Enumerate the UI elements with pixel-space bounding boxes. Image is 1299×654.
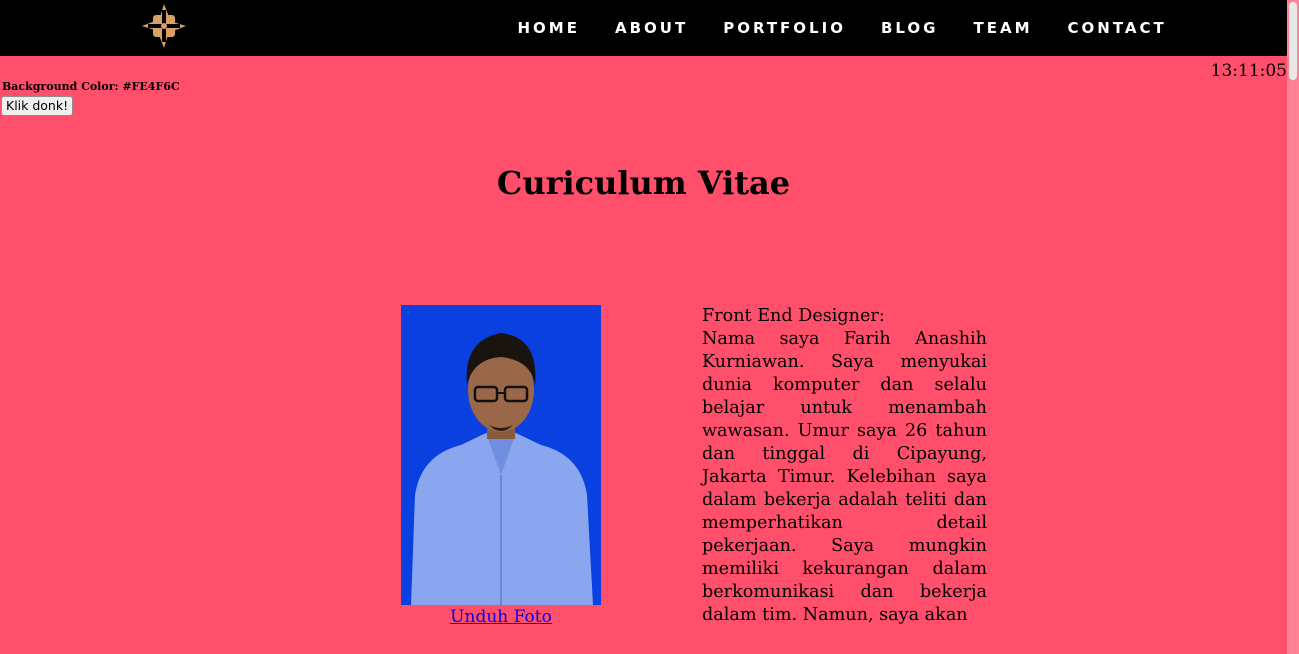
top-navbar: HOME ABOUT PORTFOLIO BLOG TEAM CONTACT [0, 0, 1287, 56]
nav-portfolio[interactable]: PORTFOLIO [723, 19, 846, 37]
compass-cross-logo-icon[interactable] [140, 2, 188, 50]
nav-team[interactable]: TEAM [973, 19, 1032, 37]
nav-about[interactable]: ABOUT [615, 19, 688, 37]
bio-role: Front End Designer: [702, 306, 885, 326]
scrollbar-thumb[interactable] [1289, 2, 1297, 80]
profile-photo [401, 305, 601, 605]
download-photo-link[interactable]: Unduh Foto [401, 607, 601, 627]
person-portrait-icon [411, 333, 593, 605]
nav-blog[interactable]: BLOG [881, 19, 939, 37]
klik-donk-button[interactable]: Klik donk! [1, 96, 74, 116]
nav-contact[interactable]: CONTACT [1068, 19, 1167, 37]
bio-section: Front End Designer: Nama saya Farih Anas… [702, 305, 987, 627]
main-nav: HOME ABOUT PORTFOLIO BLOG TEAM CONTACT [500, 0, 1184, 56]
vertical-scrollbar[interactable] [1287, 0, 1299, 654]
nav-home[interactable]: HOME [518, 19, 580, 37]
background-color-label: Background Color: #FE4F6C [2, 80, 180, 93]
clock-display: 13:11:05 [1210, 61, 1287, 81]
bio-text: Nama saya Farih Anashih Kurniawan. Saya … [702, 329, 987, 625]
page-title: Curiculum Vitae [496, 164, 791, 202]
